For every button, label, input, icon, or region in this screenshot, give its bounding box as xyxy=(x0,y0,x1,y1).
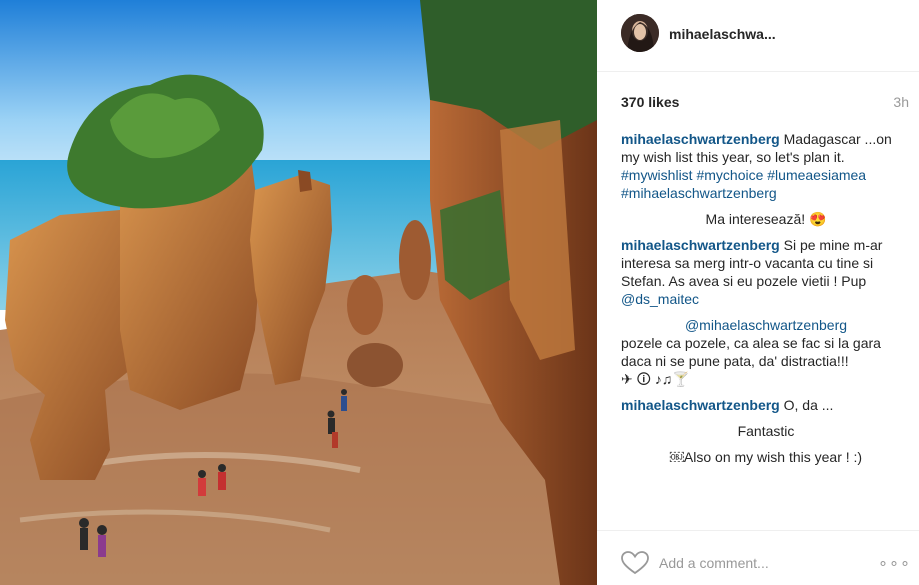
avatar[interactable] xyxy=(621,14,659,52)
comment-text: Ma interesează! 😍 xyxy=(705,211,827,227)
comment-mention[interactable]: @ds_maitec xyxy=(621,291,699,307)
post-time[interactable]: 3h xyxy=(893,94,909,110)
comment-text: ￼Also on my wish this year ! :) xyxy=(669,449,863,465)
likes-count[interactable]: 370 likes xyxy=(621,94,679,110)
heart-icon[interactable] xyxy=(621,551,649,575)
username[interactable]: mihaelaschwa... xyxy=(669,26,776,42)
post-side-panel: mihaelaschwa... 370 likes 3h mihaelaschw… xyxy=(597,0,919,585)
likes-row: 370 likes 3h xyxy=(597,90,919,112)
comment-footer: ∘∘∘ xyxy=(597,530,919,585)
more-options-icon[interactable]: ∘∘∘ xyxy=(878,553,911,573)
instagram-post-view: mihaelaschwa... 370 likes 3h mihaelaschw… xyxy=(0,0,919,585)
avatar-image xyxy=(621,14,659,52)
comment-emoji: ✈ 🛈 ♪♫🍸 xyxy=(621,371,690,387)
comment-text: Fantastic xyxy=(737,423,795,439)
comment-caption: mihaelaschwartzenberg Madagascar ...on m… xyxy=(621,130,911,202)
comment-text: O, da ... xyxy=(783,397,834,413)
comment-author[interactable]: mihaelaschwartzenberg xyxy=(621,131,780,147)
comment: ￼Also on my wish this year ! :) xyxy=(621,448,911,466)
comment-mention[interactable]: @mihaelaschwartzenberg xyxy=(685,317,847,333)
comment-text: pozele ca pozele, ca alea se fac si la g… xyxy=(621,335,881,369)
comment: mihaelaschwartzenberg Si pe mine m-ar in… xyxy=(621,236,911,308)
comment-author[interactable]: mihaelaschwartzenberg xyxy=(621,237,780,253)
comment: Fantastic xyxy=(621,422,911,440)
post-header: mihaelaschwa... xyxy=(597,0,919,72)
comments-list: mihaelaschwartzenberg Madagascar ...on m… xyxy=(621,130,911,474)
comment-input[interactable] xyxy=(659,553,869,573)
comment: Ma interesează! 😍 xyxy=(621,210,911,228)
comment: mihaelaschwartzenberg O, da ... xyxy=(621,396,911,414)
post-photo[interactable] xyxy=(0,0,597,585)
comment-hashtags[interactable]: #mywishlist #mychoice #lumeaesiamea #mih… xyxy=(621,167,866,201)
comment-author[interactable]: mihaelaschwartzenberg xyxy=(621,397,780,413)
photo-illustration xyxy=(0,0,597,585)
comment: @mihaelaschwartzenberg pozele ca pozele,… xyxy=(621,316,911,388)
